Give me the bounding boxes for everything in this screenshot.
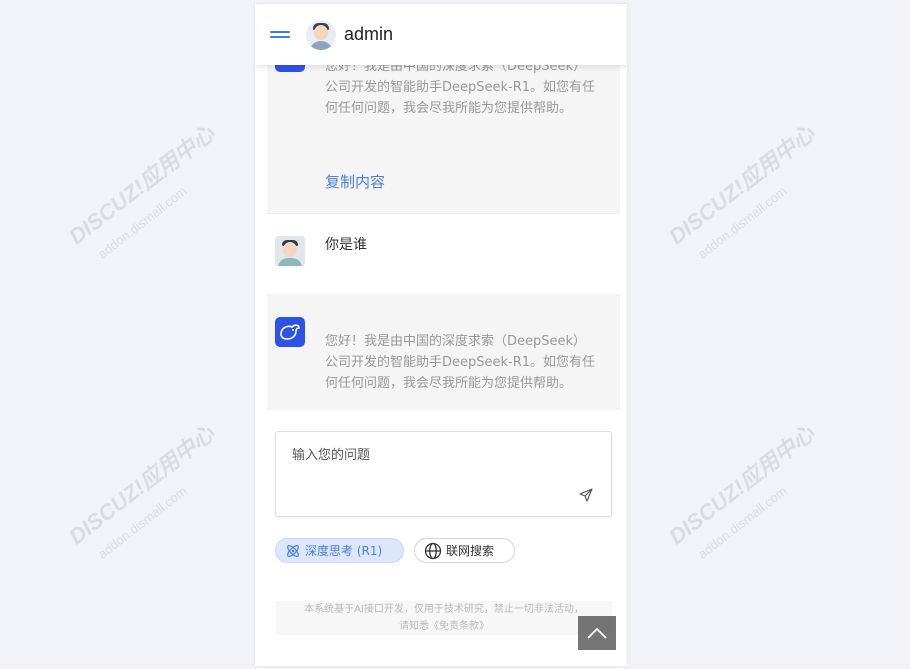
globe-icon: [424, 542, 442, 559]
scroll-top-button[interactable]: [578, 616, 616, 650]
disclaimer-line: 本系统基于AI接口开发，仅用于技术研究，禁止一切非法活动，: [304, 604, 584, 615]
question-input[interactable]: [290, 442, 594, 486]
watermark: DISCUZ!应用中心 addon.dismall.com: [64, 120, 220, 262]
watermark: DISCUZ!应用中心 addon.dismall.com: [664, 420, 820, 562]
watermark: DISCUZ!应用中心 addon.dismall.com: [64, 420, 220, 562]
app-header: admin: [255, 4, 627, 65]
ai-message: 您好！我是由中国的深度求索（DeepSeek）公司开发的智能助手DeepSeek…: [267, 294, 620, 410]
deepseek-bot-icon: [275, 317, 305, 347]
web-search-label: 联网搜索: [446, 544, 495, 558]
chevron-up-icon: [587, 627, 607, 639]
avatar[interactable]: [306, 19, 336, 50]
deep-think-toggle[interactable]: 深度思考 (R1): [275, 538, 404, 563]
username: admin: [344, 24, 394, 44]
web-search-toggle[interactable]: 联网搜索: [414, 538, 515, 563]
user-message-text: 你是谁: [325, 237, 367, 253]
ai-message-text: 您好！我是由中国的深度求索（DeepSeek）公司开发的智能助手DeepSeek…: [325, 59, 596, 116]
question-input-box: [275, 431, 612, 517]
disclaimer: 本系统基于AI接口开发，仅用于技术研究，禁止一切非法活动， 请知悉《免责条款》: [276, 601, 612, 635]
send-icon[interactable]: [579, 487, 593, 506]
menu-icon[interactable]: [270, 28, 290, 41]
ai-message-text: 您好！我是由中国的深度求索（DeepSeek）公司开发的智能助手DeepSeek…: [325, 334, 596, 391]
atom-icon: [287, 544, 299, 557]
user-message: 你是谁: [267, 213, 620, 295]
disclaimer-line: 请知悉《免责条款》: [399, 621, 489, 632]
copy-content-link[interactable]: 复制内容: [325, 171, 385, 192]
chat-app: 您好！我是由中国的深度求索（DeepSeek）公司开发的智能助手DeepSeek…: [255, 4, 627, 666]
watermark: DISCUZ!应用中心 addon.dismall.com: [664, 120, 820, 262]
user-avatar: [275, 236, 305, 266]
deep-think-label: 深度思考 (R1): [305, 544, 383, 558]
